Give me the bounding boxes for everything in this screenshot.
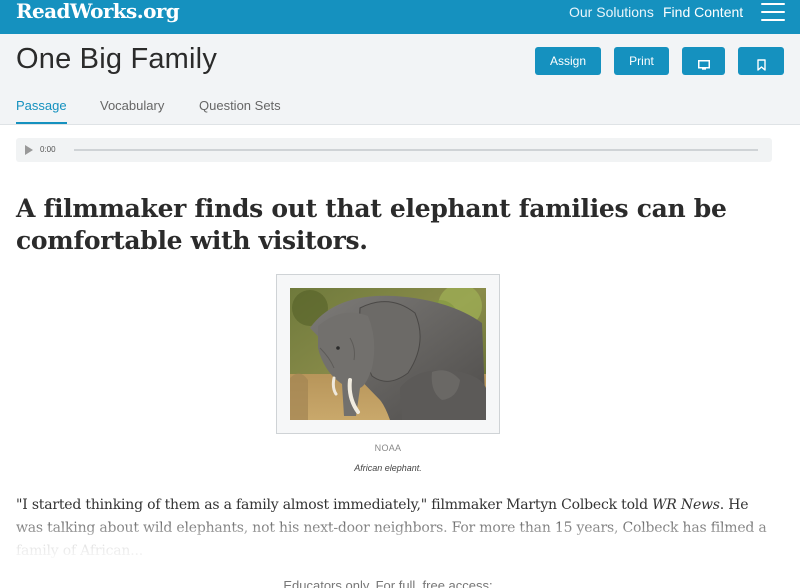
photo-caption: African elephant. bbox=[354, 463, 422, 473]
tab-passage[interactable]: Passage bbox=[16, 98, 67, 114]
play-icon[interactable] bbox=[25, 145, 33, 155]
passage-fade-overlay bbox=[0, 513, 800, 563]
top-nav-bar: ReadWorks.org Our Solutions Find Content bbox=[0, 0, 800, 34]
monitor-icon bbox=[697, 59, 710, 70]
audio-time: 0:00 bbox=[40, 145, 56, 154]
tab-vocabulary[interactable]: Vocabulary bbox=[100, 98, 164, 114]
bookmark-icon bbox=[756, 59, 766, 71]
photo-credit: NOAA bbox=[374, 443, 402, 453]
nav-find-content[interactable]: Find Content bbox=[663, 4, 743, 20]
assign-button[interactable]: Assign bbox=[535, 47, 601, 75]
article-header: One Big Family Assign Print Passage Voca… bbox=[0, 34, 800, 125]
elephant-photo bbox=[290, 288, 486, 420]
presentation-mode-button[interactable] bbox=[682, 47, 725, 75]
readworks-logo[interactable]: ReadWorks.org bbox=[16, 0, 180, 22]
bookmark-button[interactable] bbox=[738, 47, 784, 75]
educators-access-note: Educators only. For full, free access: bbox=[283, 578, 493, 588]
nav-our-solutions[interactable]: Our Solutions bbox=[569, 4, 654, 20]
page-title: One Big Family bbox=[16, 43, 218, 75]
print-button[interactable]: Print bbox=[614, 47, 669, 75]
content-tabs: Passage Vocabulary Question Sets bbox=[0, 94, 800, 125]
tab-question-sets[interactable]: Question Sets bbox=[199, 98, 281, 114]
menu-icon[interactable] bbox=[761, 2, 785, 22]
passage-text-start: "I started thinking of them as a family … bbox=[16, 497, 653, 513]
article-figure bbox=[276, 274, 500, 434]
audio-seek-bar[interactable] bbox=[74, 149, 758, 151]
active-tab-indicator bbox=[16, 122, 67, 124]
article-headline: A filmmaker finds out that elephant fami… bbox=[16, 194, 727, 255]
audio-player: 0:00 bbox=[16, 138, 772, 162]
publication-name: WR News bbox=[652, 497, 720, 513]
